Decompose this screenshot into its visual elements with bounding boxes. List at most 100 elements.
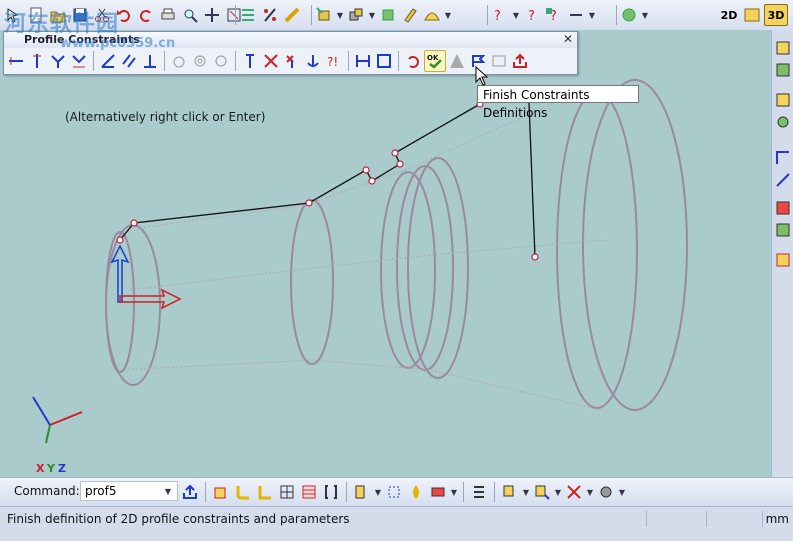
box-primitive-button[interactable] [211, 482, 231, 502]
query-dropdown[interactable]: ▼ [512, 5, 520, 25]
constraint-fix-button[interactable] [240, 51, 260, 71]
table-button[interactable] [299, 482, 319, 502]
constraint-angle-button[interactable] [98, 51, 118, 71]
move-dropdown[interactable]: ▼ [554, 482, 562, 502]
color-button[interactable] [406, 482, 426, 502]
constraint-undo-button[interactable] [403, 51, 423, 71]
settings-button[interactable] [596, 482, 616, 502]
query-more-dropdown[interactable]: ▼ [588, 5, 596, 25]
insert-part-dropdown[interactable]: ▼ [336, 5, 344, 25]
constraint-y-button[interactable] [48, 51, 68, 71]
constraint-equal-radius-button[interactable] [211, 51, 231, 71]
constraint-vertical-button[interactable] [27, 51, 47, 71]
right-tool-7-button[interactable] [773, 198, 793, 218]
constraint-parallel-button[interactable] [119, 51, 139, 71]
tag-button[interactable] [428, 482, 448, 502]
axis-label-z: Z [58, 462, 66, 475]
right-tool-9-button[interactable] [773, 250, 793, 270]
toolbar-group-edit [238, 4, 302, 26]
insert-assembly-button[interactable] [346, 5, 366, 25]
transform-button[interactable] [378, 5, 398, 25]
section-button[interactable] [277, 482, 297, 502]
units-indicator: mm [765, 512, 789, 526]
surface-ellipse-6 [407, 157, 469, 379]
move-button[interactable] [532, 482, 552, 502]
watermark-url: www.pc0359.cn [60, 36, 176, 51]
command-dropdown-icon[interactable]: ▼ [160, 482, 176, 500]
constraint-anchor-button[interactable] [303, 51, 323, 71]
pencil-button[interactable] [400, 5, 420, 25]
constraint-export-button[interactable] [510, 51, 530, 71]
close-icon[interactable]: ✕ [563, 32, 573, 46]
scene-drawing [32, 79, 688, 444]
constraint-horizontal-button[interactable] [6, 51, 26, 71]
svg-text:?: ? [494, 9, 501, 24]
toolbar-group-render: ▼ [619, 4, 649, 26]
triad-y-axis [45, 424, 51, 444]
constraint-perpendicular-button[interactable] [140, 51, 160, 71]
print-button[interactable] [158, 5, 178, 25]
layers-button[interactable] [238, 5, 258, 25]
right-tool-strip [771, 30, 793, 477]
bracket-button[interactable] [321, 482, 341, 502]
list-button[interactable] [469, 482, 489, 502]
constraint-profile-button[interactable] [374, 51, 394, 71]
command-export-button[interactable] [180, 482, 200, 502]
constraint-info-button[interactable]: ?! [324, 51, 344, 71]
right-tool-8-button[interactable] [773, 220, 793, 240]
view-3d-button[interactable]: 3D [764, 4, 788, 26]
copy-dropdown[interactable]: ▼ [522, 482, 530, 502]
constraint-delete-all-button[interactable] [282, 51, 302, 71]
measure-button[interactable] [282, 5, 302, 25]
svg-text:?: ? [528, 9, 535, 24]
snap-button[interactable] [384, 482, 404, 502]
constraint-y-offset-button[interactable] [69, 51, 89, 71]
percent-button[interactable] [260, 5, 280, 25]
part-list-dropdown[interactable]: ▼ [374, 482, 382, 502]
local-y-arrow [110, 244, 130, 303]
query-more-button[interactable] [566, 5, 586, 25]
right-tool-2-button[interactable] [773, 60, 793, 80]
query-entity-button[interactable]: ? [522, 5, 542, 25]
settings-dropdown[interactable]: ▼ [618, 482, 626, 502]
view-mode-group: 2D 3D [718, 4, 788, 26]
render-dropdown[interactable]: ▼ [641, 5, 649, 25]
insert-part-button[interactable] [314, 5, 334, 25]
shape-button[interactable] [422, 5, 442, 25]
hint-text: (Alternatively right click or Enter) [65, 110, 266, 124]
revolved-surfaces [105, 79, 688, 411]
right-tool-3-button[interactable] [773, 90, 793, 110]
query-select-button[interactable]: ? [544, 5, 564, 25]
local-axis-arrows [110, 244, 182, 310]
delete-button[interactable] [564, 482, 584, 502]
render-button[interactable] [619, 5, 639, 25]
axis-label-y: Y [47, 462, 55, 475]
constraint-concentric-button[interactable] [190, 51, 210, 71]
copy-button[interactable] [500, 482, 520, 502]
right-tool-4-button[interactable] [773, 112, 793, 132]
query-button[interactable]: ? [490, 5, 510, 25]
finish-constraints-ok-button[interactable]: OK [424, 50, 446, 72]
view-2d3d-button[interactable] [742, 5, 762, 25]
constraint-distance-button[interactable] [353, 51, 373, 71]
view-2d-button[interactable]: 2D [718, 5, 740, 25]
pan-button[interactable] [202, 5, 222, 25]
local-x-arrow [119, 288, 182, 310]
delete-dropdown[interactable]: ▼ [586, 482, 594, 502]
right-tool-1-button[interactable] [773, 38, 793, 58]
part-list-button[interactable] [352, 482, 372, 502]
ok-label: OK [427, 54, 439, 62]
warning-icon [447, 51, 467, 71]
constraint-tangent-button[interactable] [169, 51, 189, 71]
shape-dropdown[interactable]: ▼ [444, 5, 452, 25]
right-tool-6-button[interactable] [773, 170, 793, 190]
tag-dropdown[interactable]: ▼ [450, 482, 458, 502]
3d-viewport[interactable] [0, 30, 771, 477]
right-tool-5-button[interactable] [773, 148, 793, 168]
insert-assembly-dropdown[interactable]: ▼ [368, 5, 376, 25]
zoom-button[interactable] [180, 5, 200, 25]
constraint-delete-button[interactable] [261, 51, 281, 71]
angle-primitive-button[interactable] [255, 482, 275, 502]
redo-button[interactable] [136, 5, 156, 25]
pipe-primitive-button[interactable] [233, 482, 253, 502]
